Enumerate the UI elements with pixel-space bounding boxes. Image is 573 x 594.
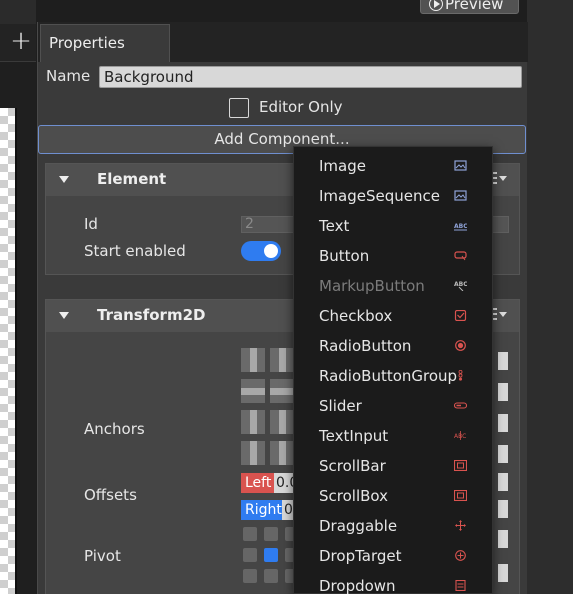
anchor-preset[interactable] <box>270 379 294 403</box>
menu-item-imagesequence[interactable]: ImageSequence <box>294 181 494 211</box>
anchor-preset[interactable] <box>241 441 265 465</box>
pivot-value-field[interactable] <box>498 530 508 548</box>
menu-item-label: ImageSequence <box>319 187 440 205</box>
anchor-preset[interactable] <box>241 348 265 372</box>
offset-right-tag: Right <box>241 500 286 520</box>
text-input-icon: ABC <box>454 431 466 440</box>
menu-item-label: RadioButton <box>319 337 412 355</box>
start-enabled-toggle[interactable] <box>241 241 281 261</box>
radio-button-group-icon <box>458 370 463 381</box>
editor-only-label: Editor Only <box>259 98 343 116</box>
menu-item-label: ScrollBar <box>319 457 386 475</box>
svg-text:ABC: ABC <box>454 281 467 288</box>
collapse-arrow-icon[interactable] <box>59 176 69 183</box>
pivot-option-selected[interactable] <box>264 548 278 562</box>
menu-item-scrollbar[interactable]: ScrollBar <box>294 451 494 481</box>
pivot-option[interactable] <box>243 548 257 562</box>
menu-item-slider[interactable]: Slider <box>294 391 494 421</box>
image-sequence-icon <box>454 190 467 201</box>
scrollbar-icon <box>454 460 467 471</box>
menu-item-image[interactable]: Image <box>294 151 494 181</box>
pivot-option[interactable] <box>264 527 278 541</box>
id-label: Id <box>84 215 98 233</box>
anchor-preset[interactable] <box>270 348 294 372</box>
menu-item-label: Draggable <box>319 517 398 535</box>
menu-item-checkbox[interactable]: Checkbox <box>294 301 494 331</box>
menu-item-label: Button <box>319 247 370 265</box>
menu-item-label: RadioButtonGroup <box>319 367 458 385</box>
menu-item-draggable[interactable]: Draggable <box>294 511 494 541</box>
menu-item-label: Image <box>319 157 366 175</box>
text-icon: ABC <box>454 223 467 231</box>
menu-item-label: Text <box>319 217 350 235</box>
menu-item-label: MarkupButton <box>319 277 425 295</box>
button-icon <box>454 251 467 261</box>
anchor-preset[interactable] <box>270 410 294 434</box>
name-label: Name <box>46 67 91 85</box>
menu-item-label: Slider <box>319 397 362 415</box>
anchor-presets-grid[interactable] <box>241 348 301 466</box>
canvas-preview[interactable] <box>0 108 17 594</box>
pivot-label: Pivot <box>84 547 121 565</box>
offsets-label: Offsets <box>84 486 137 504</box>
anchor-preset[interactable] <box>241 379 265 403</box>
offset-value-field[interactable] <box>498 500 508 518</box>
menu-item-label: TextInput <box>319 427 389 445</box>
transform2d-section-title: Transform2D <box>97 306 206 324</box>
element-section-title: Element <box>97 170 167 188</box>
play-icon <box>429 0 443 11</box>
anchor-value-field[interactable] <box>498 383 508 401</box>
preview-label: Preview <box>445 0 504 13</box>
offset-left-tag: Left <box>241 473 276 493</box>
menu-item-radiobuttongroup[interactable]: RadioButtonGroup <box>294 361 494 391</box>
anchor-preset[interactable] <box>270 441 294 465</box>
svg-text:ABC: ABC <box>454 223 467 230</box>
offset-left-value[interactable]: 0.0 <box>274 473 294 493</box>
menu-item-label: Dropdown <box>319 577 396 594</box>
anchors-label: Anchors <box>84 420 145 438</box>
pivot-option[interactable] <box>264 569 278 583</box>
menu-item-droptarget[interactable]: DropTarget <box>294 541 494 571</box>
menu-item-textinput[interactable]: TextInput ABC <box>294 421 494 451</box>
panel-tabbar: Properties <box>38 22 528 62</box>
checkbox-icon <box>454 310 467 321</box>
pivot-option[interactable] <box>243 569 257 583</box>
add-element-button[interactable]: + <box>6 24 36 60</box>
markup-button-icon: ABC <box>454 281 467 291</box>
checkbox-box[interactable] <box>229 98 249 118</box>
draggable-icon <box>455 520 466 531</box>
menu-item-label: Checkbox <box>319 307 393 325</box>
drop-target-icon <box>455 550 466 561</box>
anchor-preset[interactable] <box>241 410 265 434</box>
menu-item-text[interactable]: Text ABC <box>294 211 494 241</box>
pivot-option[interactable] <box>243 527 257 541</box>
menu-item-label: ScrollBox <box>319 487 389 505</box>
menu-item-dropdown[interactable]: Dropdown <box>294 571 494 594</box>
radio-button-icon <box>455 340 466 351</box>
anchor-value-field[interactable] <box>498 414 508 432</box>
right-scroll-strip <box>527 0 573 594</box>
scrollbox-icon <box>454 490 467 501</box>
component-dropdown-menu: Image ImageSequence Text ABC Button Mark… <box>293 146 493 594</box>
collapse-arrow-icon[interactable] <box>59 312 69 319</box>
menu-item-label: DropTarget <box>319 547 402 565</box>
menu-item-markupbutton: MarkupButton ABC <box>294 271 494 301</box>
dropdown-icon <box>455 580 466 591</box>
anchor-value-field[interactable] <box>498 445 508 463</box>
tab-properties[interactable]: Properties <box>40 24 170 62</box>
name-field[interactable]: Background <box>99 66 522 88</box>
menu-item-scrollbox[interactable]: ScrollBox <box>294 481 494 511</box>
slider-icon <box>454 402 467 409</box>
pivot-value-field[interactable] <box>498 564 508 582</box>
anchor-value-field[interactable] <box>498 352 508 370</box>
menu-item-button[interactable]: Button <box>294 241 494 271</box>
preview-button[interactable]: Preview <box>420 0 519 14</box>
offset-value-field[interactable] <box>498 473 508 491</box>
start-enabled-label: Start enabled <box>84 242 186 260</box>
image-icon <box>454 160 467 171</box>
menu-item-radiobutton[interactable]: RadioButton <box>294 331 494 361</box>
